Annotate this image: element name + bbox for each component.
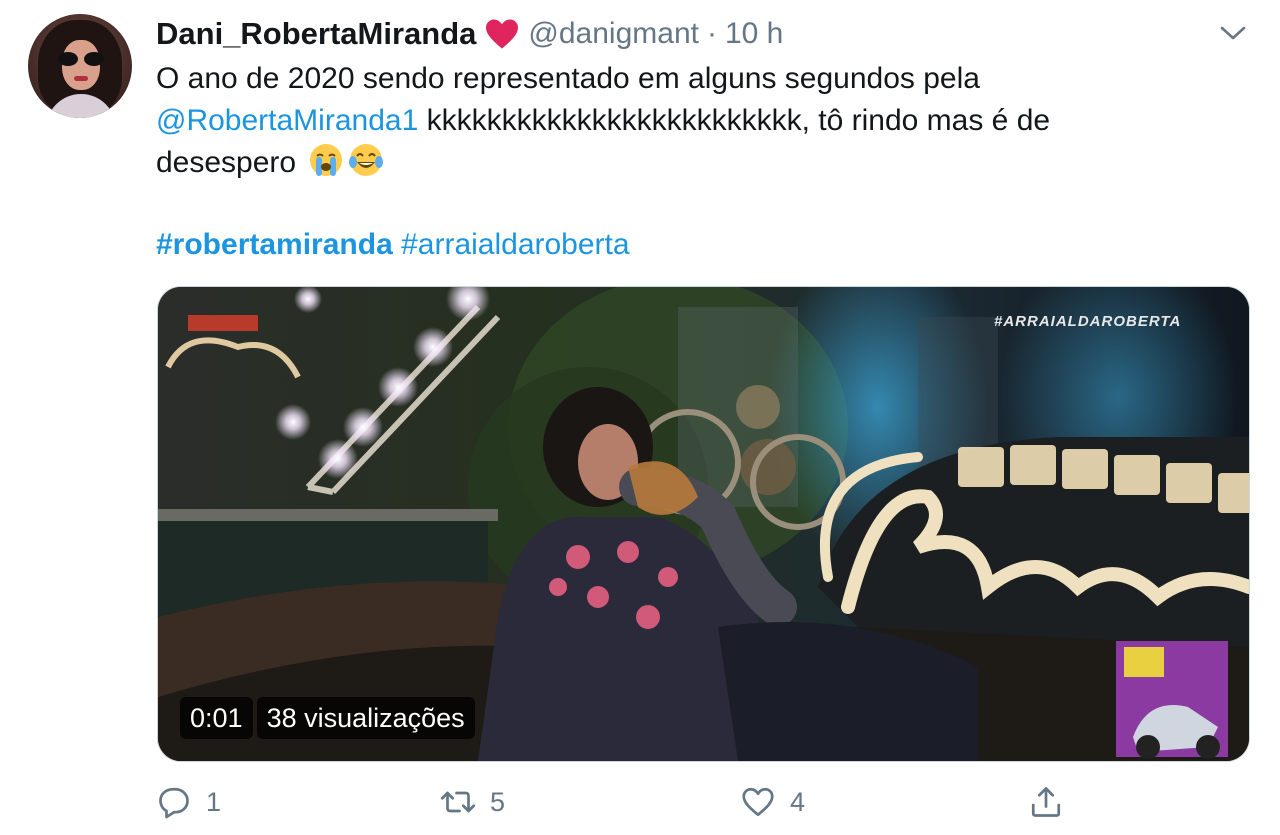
hashtag-link[interactable]: #arraialdaroberta — [401, 228, 629, 261]
tweet-text-line: desespero — [156, 142, 1236, 184]
tweet-text-line: O ano de 2020 sendo representado em algu… — [156, 62, 980, 95]
retweet-count: 5 — [490, 786, 506, 817]
video-overlay-hashtag: #ARRAIALDAROBERTA — [994, 313, 1182, 330]
tweet: Dani_RobertaMiranda @danigmant · 10 h O … — [0, 0, 1280, 835]
reply-count: 1 — [206, 786, 222, 817]
separator-dot: · — [706, 17, 717, 50]
heart-icon — [486, 19, 519, 49]
tweet-actions: 1 5 4 — [156, 780, 1256, 828]
like-icon — [742, 787, 774, 817]
retweet-icon — [440, 791, 476, 813]
hashtags: #robertamiranda #arraialdaroberta — [156, 224, 630, 266]
tweet-text-fragment: desespero — [156, 146, 297, 179]
share-icon — [1031, 787, 1061, 817]
tweet-header: Dani_RobertaMiranda @danigmant · 10 h — [156, 14, 783, 54]
user-handle[interactable]: @danigmant — [528, 17, 699, 51]
tweet-text: O ano de 2020 sendo representado em algu… — [156, 58, 1236, 184]
loudly-crying-face-emoji — [310, 144, 343, 176]
video-views: 38 visualizações — [256, 697, 475, 739]
video-time: 0:01 — [180, 697, 253, 739]
video-thumbnail — [158, 287, 1249, 761]
tears-of-joy-emoji — [349, 144, 384, 176]
mention-link[interactable]: @RobertaMiranda1 — [156, 104, 418, 137]
chevron-down-icon[interactable] — [1216, 20, 1250, 46]
retweet-button[interactable]: 5 — [440, 784, 505, 820]
tweet-text-fragment: kkkkkkkkkkkkkkkkkkkkkkkkk, tô rindo mas … — [418, 104, 1051, 137]
display-name[interactable]: Dani_RobertaMiranda — [156, 16, 476, 52]
share-button[interactable] — [1028, 784, 1064, 820]
video-player[interactable]: #ARRAIALDAROBERTA 0:01 38 visualizações — [157, 286, 1250, 762]
reply-button[interactable]: 1 — [156, 784, 221, 820]
tweet-text-line: @RobertaMiranda1 kkkkkkkkkkkkkkkkkkkkkkk… — [156, 100, 1236, 142]
reply-icon — [159, 787, 189, 819]
avatar[interactable] — [28, 14, 132, 118]
video-info: 0:01 38 visualizações — [180, 697, 475, 739]
like-button[interactable]: 4 — [740, 784, 805, 820]
hashtag-link[interactable]: #robertamiranda — [156, 228, 393, 261]
like-count: 4 — [790, 786, 806, 817]
tweet-time[interactable]: 10 h — [725, 17, 783, 51]
